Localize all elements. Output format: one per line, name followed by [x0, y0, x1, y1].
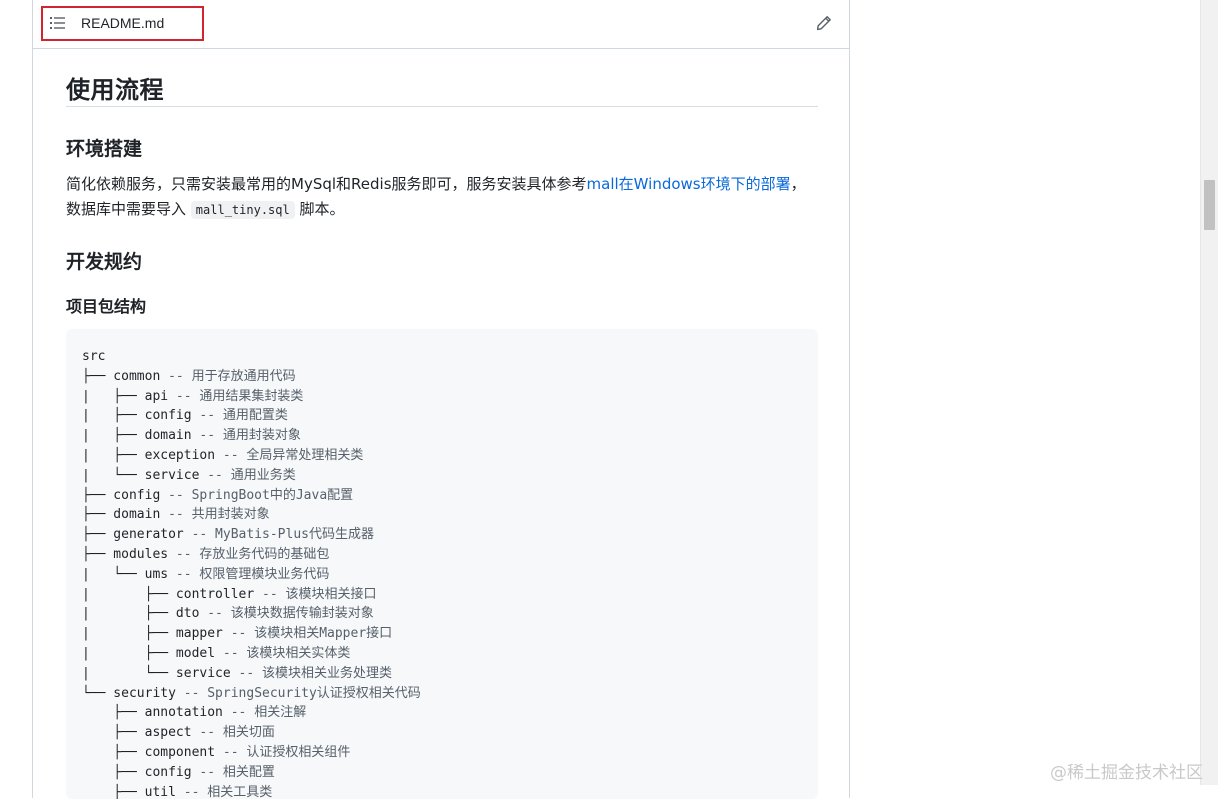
- code-line: | ├── domain -- 通用封装对象: [82, 426, 802, 446]
- code-token: ├── util: [82, 784, 184, 799]
- pencil-icon[interactable]: [816, 15, 832, 31]
- code-line: ├── aspect -- 相关切面: [82, 723, 802, 743]
- code-token: | ├── dto: [82, 606, 208, 622]
- code-comment: -- 用于存放通用代码: [168, 368, 296, 384]
- code-comment: -- 该模块相关实体类: [222, 645, 351, 661]
- code-token: └── security: [82, 685, 184, 701]
- code-line: | ├── model -- 该模块相关实体类: [82, 644, 802, 664]
- code-comment: -- MyBatis-Plus代码生成器: [191, 527, 374, 543]
- code-token: ├── aspect: [82, 725, 200, 741]
- code-token: src: [82, 349, 106, 364]
- code-line: ├── config -- SpringBoot中的Java配置: [82, 486, 802, 506]
- code-line: | ├── exception -- 全局异常处理相关类: [82, 446, 802, 466]
- code-comment: -- 该模块相关Mapper接口: [230, 626, 393, 642]
- code-comment: -- 全局异常处理相关类: [222, 447, 364, 463]
- code-token: | └── ums: [82, 566, 176, 582]
- code-token: | ├── api: [82, 388, 176, 404]
- code-line: src: [82, 347, 802, 367]
- code-line: ├── modules -- 存放业务代码的基础包: [82, 545, 802, 565]
- code-token: ├── config: [82, 487, 169, 503]
- code-comment: -- SpringSecurity认证授权相关代码: [183, 685, 421, 701]
- environment-paragraph: 简化依赖服务，只需安装最常用的MySql和Redis服务即可，服务安装具体参考m…: [66, 172, 818, 223]
- code-token: | ├── model: [82, 645, 223, 661]
- code-line: | └── service -- 通用业务类: [82, 466, 802, 486]
- code-line: | └── service -- 该模块相关业务处理类: [82, 664, 802, 684]
- code-token: | ├── mapper: [82, 626, 231, 642]
- code-comment: -- 通用封装对象: [199, 428, 301, 444]
- list-icon[interactable]: [50, 16, 66, 30]
- code-comment: -- 通用业务类: [207, 467, 296, 483]
- code-line: ├── generator -- MyBatis-Plus代码生成器: [82, 525, 802, 545]
- file-header: README.md: [33, 0, 849, 49]
- code-token: ├── modules: [82, 546, 176, 562]
- code-token: ├── config: [82, 764, 200, 780]
- code-line: ├── component -- 认证授权相关组件: [82, 743, 802, 763]
- code-token: ├── common: [82, 368, 169, 384]
- code-comment: -- 该模块相关接口: [262, 586, 377, 602]
- code-token: ├── generator: [82, 527, 192, 543]
- code-comment: -- 权限管理模块业务代码: [175, 566, 330, 582]
- code-line: ├── domain -- 共用封装对象: [82, 505, 802, 525]
- code-comment: -- 存放业务代码的基础包: [175, 546, 330, 562]
- code-comment: -- 共用封装对象: [168, 507, 270, 523]
- code-line: | ├── api -- 通用结果集封装类: [82, 387, 802, 407]
- package-structure-code: src ├── common -- 用于存放通用代码 | ├── api -- 通用…: [66, 329, 818, 799]
- code-comment: -- 该模块相关业务处理类: [238, 665, 393, 681]
- heading-rule: [66, 106, 818, 107]
- code-comment: -- SpringBoot中的Java配置: [168, 487, 354, 503]
- code-line: └── security -- SpringSecurity认证授权相关代码: [82, 684, 802, 704]
- readme-panel: README.md 使用流程 环境搭建 简化依赖服务，只需安装最常用的MySql…: [32, 0, 850, 799]
- heading-environment: 环境搭建: [66, 138, 143, 160]
- code-token: | └── service: [82, 665, 239, 681]
- code-comment: -- 通用配置类: [199, 408, 288, 424]
- code-token: | └── service: [82, 467, 208, 483]
- code-line: ├── annotation -- 相关注解: [82, 703, 802, 723]
- para-text-1: 简化依赖服务，只需安装最常用的MySql和Redis服务即可，服务安装具体参考: [66, 175, 587, 193]
- code-token: | ├── exception: [82, 447, 223, 463]
- code-line: | ├── mapper -- 该模块相关Mapper接口: [82, 624, 802, 644]
- code-token: ├── domain: [82, 507, 169, 523]
- scrollbar-thumb[interactable]: [1204, 180, 1215, 230]
- watermark: @稀土掘金技术社区: [1050, 763, 1203, 783]
- code-line: | ├── controller -- 该模块相关接口: [82, 585, 802, 605]
- code-comment: -- 相关注解: [230, 705, 307, 721]
- heading-package-structure: 项目包结构: [66, 297, 147, 316]
- para-text-3: 脚本。: [299, 200, 345, 218]
- code-token: | ├── config: [82, 408, 200, 424]
- sql-filename-code: mall_tiny.sql: [190, 201, 295, 219]
- code-line: | ├── config -- 通用配置类: [82, 406, 802, 426]
- code-comment: -- 该模块数据传输封装对象: [207, 606, 374, 622]
- code-line: ├── common -- 用于存放通用代码: [82, 367, 802, 387]
- code-comment: -- 相关配置: [199, 764, 275, 780]
- code-comment: -- 相关切面: [199, 725, 275, 741]
- code-line: | ├── dto -- 该模块数据传输封装对象: [82, 604, 802, 624]
- heading-usage: 使用流程: [66, 76, 164, 104]
- code-line: | └── ums -- 权限管理模块业务代码: [82, 565, 802, 585]
- file-name: README.md: [81, 15, 165, 31]
- code-comment: -- 相关工具类: [183, 784, 273, 799]
- code-token: ├── annotation: [82, 705, 231, 721]
- page-scrollbar[interactable]: [1200, 0, 1218, 785]
- code-comment: -- 通用结果集封装类: [175, 388, 304, 404]
- heading-dev-conventions: 开发规约: [66, 251, 143, 273]
- code-token: | ├── controller: [82, 586, 263, 602]
- code-line: ├── config -- 相关配置: [82, 763, 802, 783]
- code-token: | ├── domain: [82, 428, 200, 444]
- code-comment: -- 认证授权相关组件: [222, 744, 351, 760]
- deploy-guide-link[interactable]: mall在Windows环境下的部署: [587, 175, 791, 193]
- code-line: ├── util -- 相关工具类: [82, 783, 802, 799]
- code-token: ├── component: [82, 744, 223, 760]
